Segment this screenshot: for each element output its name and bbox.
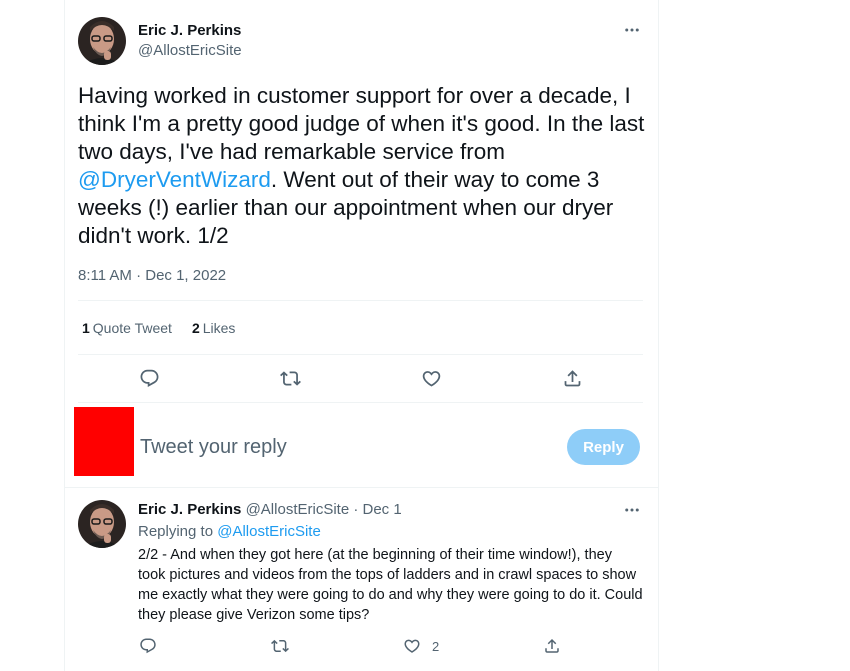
quote-label: Quote Tweet <box>92 320 172 336</box>
likes-label: Likes <box>202 320 236 336</box>
author-handle[interactable]: @AllostEricSite <box>138 42 242 59</box>
author-avatar[interactable] <box>78 17 126 65</box>
divider <box>78 402 643 403</box>
more-icon[interactable] <box>622 20 642 40</box>
reply-like-count: 2 <box>432 639 440 654</box>
retweet-icon[interactable] <box>278 366 302 390</box>
reply-author-avatar[interactable] <box>78 500 126 548</box>
reply-icon[interactable] <box>136 634 160 658</box>
divider <box>65 487 659 488</box>
author-name[interactable]: Eric J. Perkins <box>138 22 241 39</box>
reply-author-name[interactable]: Eric J. Perkins <box>138 501 241 518</box>
quote-tweets-stat[interactable]: 1 Quote Tweet <box>82 320 172 336</box>
tweet-mention-link[interactable]: @DryerVentWizard <box>78 167 271 192</box>
heart-icon[interactable] <box>419 366 443 390</box>
retweet-icon[interactable] <box>268 634 292 658</box>
reply-icon[interactable] <box>137 366 161 390</box>
share-icon[interactable] <box>540 634 564 658</box>
more-icon[interactable] <box>622 500 642 520</box>
reply-author-handle[interactable]: @AllostEricSite <box>246 501 350 518</box>
replying-to-label: Replying to <box>138 523 218 540</box>
reply-header: Eric J. Perkins @AllostEricSite · Dec 1 <box>138 501 402 518</box>
reply-button[interactable]: Reply <box>567 429 640 465</box>
heart-icon[interactable] <box>400 634 424 658</box>
reply-date[interactable]: · Dec 1 <box>353 501 401 518</box>
redacted-user-avatar <box>74 407 134 476</box>
reply-input[interactable] <box>140 432 540 462</box>
quote-count: 1 <box>82 320 90 336</box>
tweet-timestamp[interactable]: 8:11 AM · Dec 1, 2022 <box>78 267 226 284</box>
tweet-text-part1: Having worked in customer support for ov… <box>78 83 645 164</box>
divider <box>78 354 643 355</box>
tweet-text: Having worked in customer support for ov… <box>78 82 648 250</box>
replying-to: Replying to @AllostEricSite <box>138 523 321 540</box>
likes-stat[interactable]: 2 Likes <box>192 320 235 336</box>
divider <box>78 300 643 301</box>
reply-text: 2/2 - And when they got here (at the beg… <box>138 547 643 623</box>
replying-to-link[interactable]: @AllostEricSite <box>217 523 321 540</box>
like-count: 2 <box>191 320 200 336</box>
tweet-stats: 1 Quote Tweet 2 Likes <box>82 320 235 336</box>
share-icon[interactable] <box>560 366 584 390</box>
